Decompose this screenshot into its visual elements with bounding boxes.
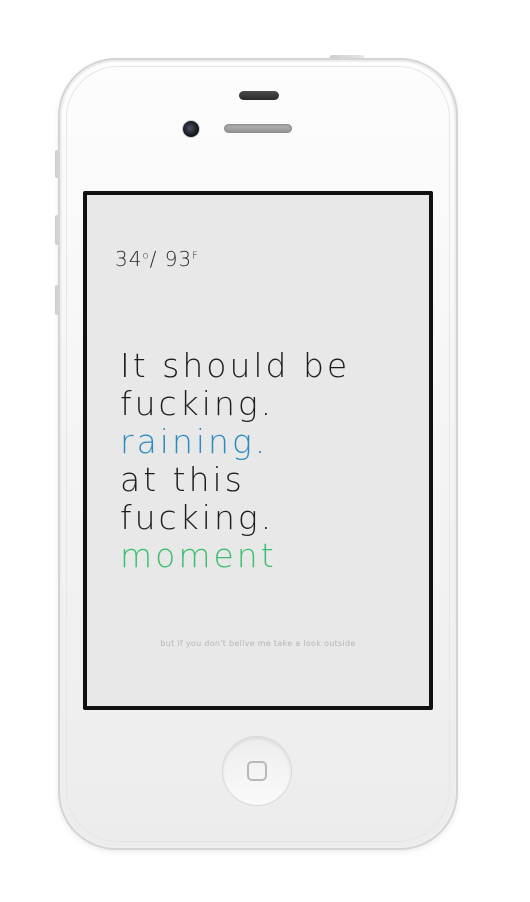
- temperature-readout: 34o/ 93F: [115, 247, 199, 271]
- message-line-time: moment: [120, 536, 277, 575]
- weather-message: It should be fucking. raining. at this f…: [120, 347, 350, 575]
- home-button[interactable]: [222, 736, 292, 806]
- message-line-2: fucking.: [120, 384, 275, 423]
- temp-fahrenheit: 93: [164, 247, 193, 271]
- earpiece: [224, 124, 292, 133]
- speaker-grille: [239, 91, 279, 100]
- temp-celsius: 34: [115, 247, 143, 271]
- temp-separator: /: [149, 247, 158, 271]
- message-line-condition: raining.: [120, 422, 269, 461]
- temp-fahrenheit-unit: F: [192, 250, 199, 262]
- home-square-icon: [247, 761, 267, 781]
- footnote-text: but if you don't belive me take a look o…: [160, 639, 356, 648]
- device-mockup: 34o/ 93F It should be fucking. raining. …: [0, 0, 530, 902]
- front-camera-icon: [182, 120, 200, 138]
- message-line-1: It should be: [120, 346, 351, 385]
- temp-celsius-unit: o: [142, 250, 150, 262]
- lock-screen: 34o/ 93F It should be fucking. raining. …: [87, 195, 429, 706]
- message-line-5: fucking.: [120, 498, 275, 537]
- message-line-4: at this: [120, 460, 245, 499]
